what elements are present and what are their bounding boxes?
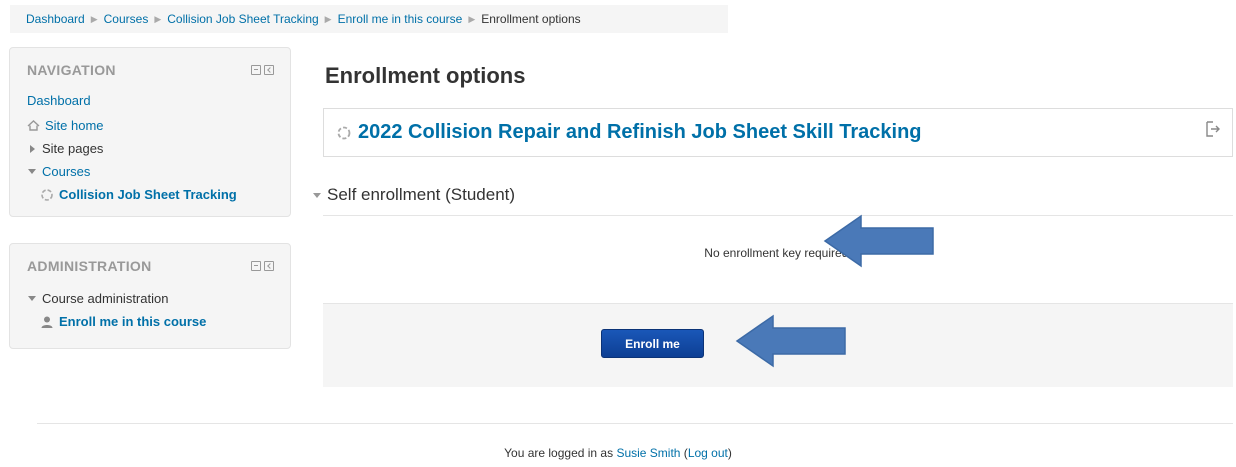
navigation-block-title: NAVIGATION [27,62,116,78]
logout-link[interactable]: Log out [688,446,728,460]
navigation-block-controls [251,65,274,75]
annotation-arrow-icon [735,314,846,368]
breadcrumb-separator-icon: ▶ [90,13,98,24]
breadcrumb-separator-icon: ▶ [154,13,162,24]
breadcrumb-separator-icon: ▶ [468,13,476,24]
admin-enrol-item[interactable]: Enroll me in this course [40,314,206,329]
hide-block-icon[interactable] [251,261,261,271]
breadcrumb-dashboard[interactable]: Dashboard [26,12,85,26]
enrolment-key-info: No enrollment key required. [704,246,852,260]
admin-course-administration[interactable]: Course administration [28,291,168,306]
page-title: Enrollment options [325,63,526,88]
admin-enrol-link[interactable]: Enroll me in this course [59,314,206,329]
navigation-block: NAVIGATION Dashboard Site home Site page… [9,47,291,217]
course-name[interactable]: 2022 Collision Repair and Refinish Job S… [336,121,922,144]
login-info-open-paren: ( [680,446,688,460]
nav-site-pages[interactable]: Site pages [28,141,103,156]
course-box: 2022 Collision Repair and Refinish Job S… [323,108,1233,157]
login-info-close-paren: ) [727,446,732,460]
admin-course-administration-label: Course administration [42,291,169,306]
administration-block-title: ADMINISTRATION [27,258,152,274]
nav-site-pages-label: Site pages [42,141,104,156]
navigation-block-header: NAVIGATION [10,48,290,88]
expanded-arrow-icon [313,192,321,198]
expanded-arrow-icon [28,296,36,301]
user-icon [40,315,54,329]
course-icon [336,125,352,141]
breadcrumb: Dashboard ▶ Courses ▶ Collision Job Shee… [10,5,728,33]
section-divider [323,215,1233,216]
dock-block-icon[interactable] [264,261,274,271]
breadcrumb-courses[interactable]: Courses [104,12,149,26]
self-enrol-icon [1206,121,1220,140]
expanded-arrow-icon [28,169,36,174]
nav-courses-label[interactable]: Courses [42,164,90,179]
footer-divider [37,423,1233,424]
breadcrumb-separator-icon: ▶ [324,13,332,24]
collapsed-arrow-icon [30,144,35,153]
home-icon [27,120,40,131]
breadcrumb-course[interactable]: Collision Job Sheet Tracking [167,12,318,26]
section-title: Self enrollment (Student) [327,185,516,204]
breadcrumb-current: Enrollment options [481,12,581,26]
enrol-me-button[interactable]: Enroll me [601,329,704,358]
nav-course-item[interactable]: Collision Job Sheet Tracking [40,187,237,202]
nav-course-link[interactable]: Collision Job Sheet Tracking [59,187,237,202]
administration-block-header: ADMINISTRATION [10,244,290,284]
administration-block-controls [251,261,274,271]
nav-courses[interactable]: Courses [28,164,90,179]
administration-block: ADMINISTRATION Course administration Enr… [9,243,291,349]
nav-site-home[interactable]: Site home [27,118,104,133]
nav-dashboard-link[interactable]: Dashboard [27,93,91,108]
login-info: You are logged in as Susie Smith (Log ou… [0,446,1236,460]
breadcrumb-enrol[interactable]: Enroll me in this course [338,12,463,26]
hide-block-icon[interactable] [251,65,261,75]
course-icon [40,188,54,202]
nav-site-home-label[interactable]: Site home [45,118,104,133]
dock-block-icon[interactable] [264,65,274,75]
user-profile-link[interactable]: Susie Smith [616,446,680,460]
annotation-arrow-icon [823,214,934,268]
login-info-prefix: You are logged in as [504,446,617,460]
course-name-link[interactable]: 2022 Collision Repair and Refinish Job S… [358,121,922,144]
self-enrolment-section-toggle[interactable]: Self enrollment (Student) [313,185,515,205]
